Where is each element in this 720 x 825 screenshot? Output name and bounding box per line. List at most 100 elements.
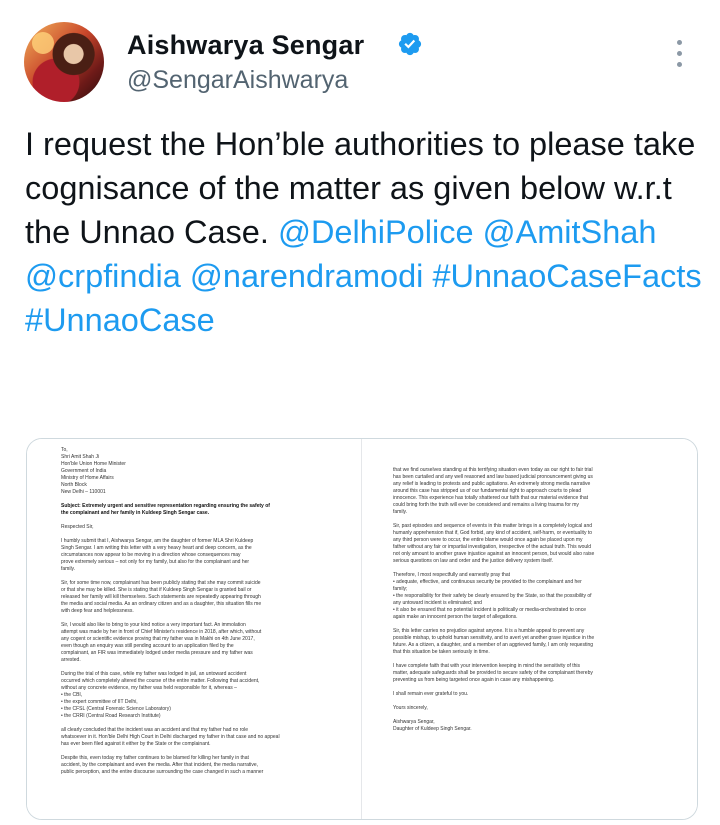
- verified-badge-icon: [398, 32, 422, 56]
- letter-line: could bring forth the truth will ever be…: [393, 502, 579, 508]
- letter-line: Therefore, I most respectfully and earne…: [393, 572, 510, 578]
- letter-line: • adequate, effective, and continuous se…: [393, 579, 582, 585]
- letter-line: Respected Sir,: [61, 524, 94, 530]
- letter-line: I have complete faith that with your int…: [393, 663, 581, 669]
- tweet-text: I request the Hon’ble authorities to ple…: [25, 122, 705, 342]
- letter-line: Despite this, even today my father conti…: [61, 755, 249, 761]
- letter-line: any third person were to occur, the enti…: [393, 537, 583, 543]
- letter-line: • the CBI,: [61, 692, 83, 698]
- avatar[interactable]: [24, 22, 104, 102]
- letter-line: • the CFSL (Central Forensic Science Lab…: [61, 706, 171, 712]
- letter-line: complainant, an FIR was immediately lodg…: [61, 650, 253, 656]
- letter-line: without any concrete evidence, my father…: [61, 685, 237, 691]
- hashtag-unnaocase[interactable]: #UnnaoCase: [25, 302, 215, 338]
- mention-amitshah[interactable]: @AmitShah: [483, 214, 657, 250]
- letter-line: Sir, for some time now, complainant has …: [61, 580, 261, 586]
- letter-line: the complainant and her family in Kuldee…: [61, 510, 210, 516]
- letter-line: again make an innocent person the target…: [393, 614, 518, 620]
- letter-line: attempt was made by her in front of Chie…: [61, 629, 262, 635]
- letter-line: not only amount to another grave injusti…: [393, 551, 595, 557]
- letter-line: or that she may be killed. She is statin…: [61, 587, 252, 593]
- letter-line: circumstances now appear to be moving in…: [61, 552, 241, 558]
- letter-line: family;: [393, 586, 408, 592]
- letter-page-2[interactable]: that we find ourselves standing at this …: [363, 439, 697, 819]
- letter-line: with deep fear and helplessness.: [61, 608, 134, 614]
- letter-line: innocence. This experience has totally s…: [393, 495, 589, 501]
- letter-line: released her family will kill themselves…: [61, 594, 261, 600]
- mention-crpfindia[interactable]: @crpfindia: [25, 258, 181, 294]
- letter-line: I shall remain ever grateful to you.: [393, 691, 469, 697]
- letter-line: Hon'ble Union Home Minister: [61, 461, 126, 467]
- letter-line: • the responsibility for their safety be…: [393, 593, 592, 599]
- letter-line: has been curtailed and any well reasoned…: [393, 474, 593, 480]
- letter-line: future. As a citizen, a daughter, and a …: [393, 642, 594, 648]
- letter-line: Singh Sengar. I am writing this letter w…: [61, 545, 252, 551]
- letter-line: Government of India: [61, 468, 107, 474]
- letter-line: Shri Amit Shah Ji: [61, 454, 100, 460]
- avatar-light: [32, 32, 54, 54]
- letter-line: has ever been filed against it either by…: [61, 741, 211, 747]
- letter-line: • it also be ensured that no potential i…: [393, 607, 586, 613]
- letter-line: Subject: Extremely urgent and sensitive …: [61, 503, 270, 509]
- mention-narendramodi[interactable]: @narendramodi: [190, 258, 424, 294]
- letter-line: that we find ourselves standing at this …: [393, 467, 593, 473]
- letter-line: To,: [61, 447, 68, 453]
- letter-line: any relief is leading to protests and pu…: [393, 481, 591, 487]
- letter-line: North Block: [61, 482, 87, 488]
- letter-line: Yours sincerely,: [393, 705, 428, 711]
- letter-line: any cogent or scientific evidence provin…: [61, 636, 255, 642]
- letter-line: • the CRRI (Central Road Research Instit…: [61, 713, 161, 719]
- letter-line: matter, adequate safeguards shall be pro…: [393, 670, 593, 676]
- letter-page-1-text: To, Shri Amit Shah Ji Hon'ble Union Home M…: [27, 439, 361, 776]
- letter-line: Ministry of Home Affairs: [61, 475, 114, 481]
- letter-page-2-text: that we find ourselves standing at this …: [363, 439, 697, 733]
- letter-line: possible mishap, to uphold human sensiti…: [393, 635, 595, 641]
- letter-line: Sir, this letter carries no prejudice ag…: [393, 628, 585, 634]
- letter-line: serious questions on law and order and t…: [393, 558, 554, 564]
- letter-line: preventing us from being targeted once a…: [393, 677, 555, 683]
- letter-line: father without any fair or impartial inv…: [393, 544, 592, 550]
- letter-line: I humbly submit that I, Aishwarya Sengar…: [61, 538, 254, 544]
- letter-line: family.: [393, 509, 408, 515]
- letter-line: Aishwarya Sengar,: [393, 719, 435, 725]
- letter-line: During the trial of this case, while my …: [61, 671, 247, 677]
- letter-line: public perception, and the entire discou…: [61, 769, 264, 775]
- letter-page-1[interactable]: To, Shri Amit Shah Ji Hon'ble Union Home M…: [27, 439, 362, 819]
- letter-line: that this situation be taken seriously i…: [393, 649, 490, 655]
- letter-line: whatsoever in it. Hon'ble Delhi High Cou…: [61, 734, 280, 740]
- letter-line: Sir, I would also like to bring to your …: [61, 622, 246, 628]
- hashtag-unnaocasefacts[interactable]: #UnnaoCaseFacts: [432, 258, 701, 294]
- user-handle[interactable]: @SengarAishwarya: [127, 66, 348, 95]
- letter-line: Daughter of Kuldeep Singh Sengar.: [393, 726, 472, 732]
- letter-line: all clearly concluded that the incident …: [61, 727, 249, 733]
- more-options-icon[interactable]: [672, 40, 686, 80]
- mention-delhipolice[interactable]: @DelhiPolice: [278, 214, 474, 250]
- letter-line: occurred which completely altered the co…: [61, 678, 260, 684]
- letter-line: accident, by the complainant and even th…: [61, 762, 259, 768]
- letter-line: Sir, past episodes and sequence of event…: [393, 523, 593, 529]
- media-attachment[interactable]: To, Shri Amit Shah Ji Hon'ble Union Home M…: [26, 438, 698, 820]
- letter-line: arrested.: [61, 657, 81, 663]
- letter-line: • the expert committee of IIT Delhi,: [61, 699, 138, 705]
- letter-line: around this case has stripped us of our …: [393, 488, 582, 494]
- display-name[interactable]: Aishwarya Sengar: [127, 30, 364, 61]
- letter-line: New Delhi – 110001: [61, 489, 106, 495]
- letter-line: any untoward incident is eliminated; and: [393, 600, 482, 606]
- letter-line: family.: [61, 566, 76, 572]
- letter-line: even though an enquiry was still pending…: [61, 643, 234, 649]
